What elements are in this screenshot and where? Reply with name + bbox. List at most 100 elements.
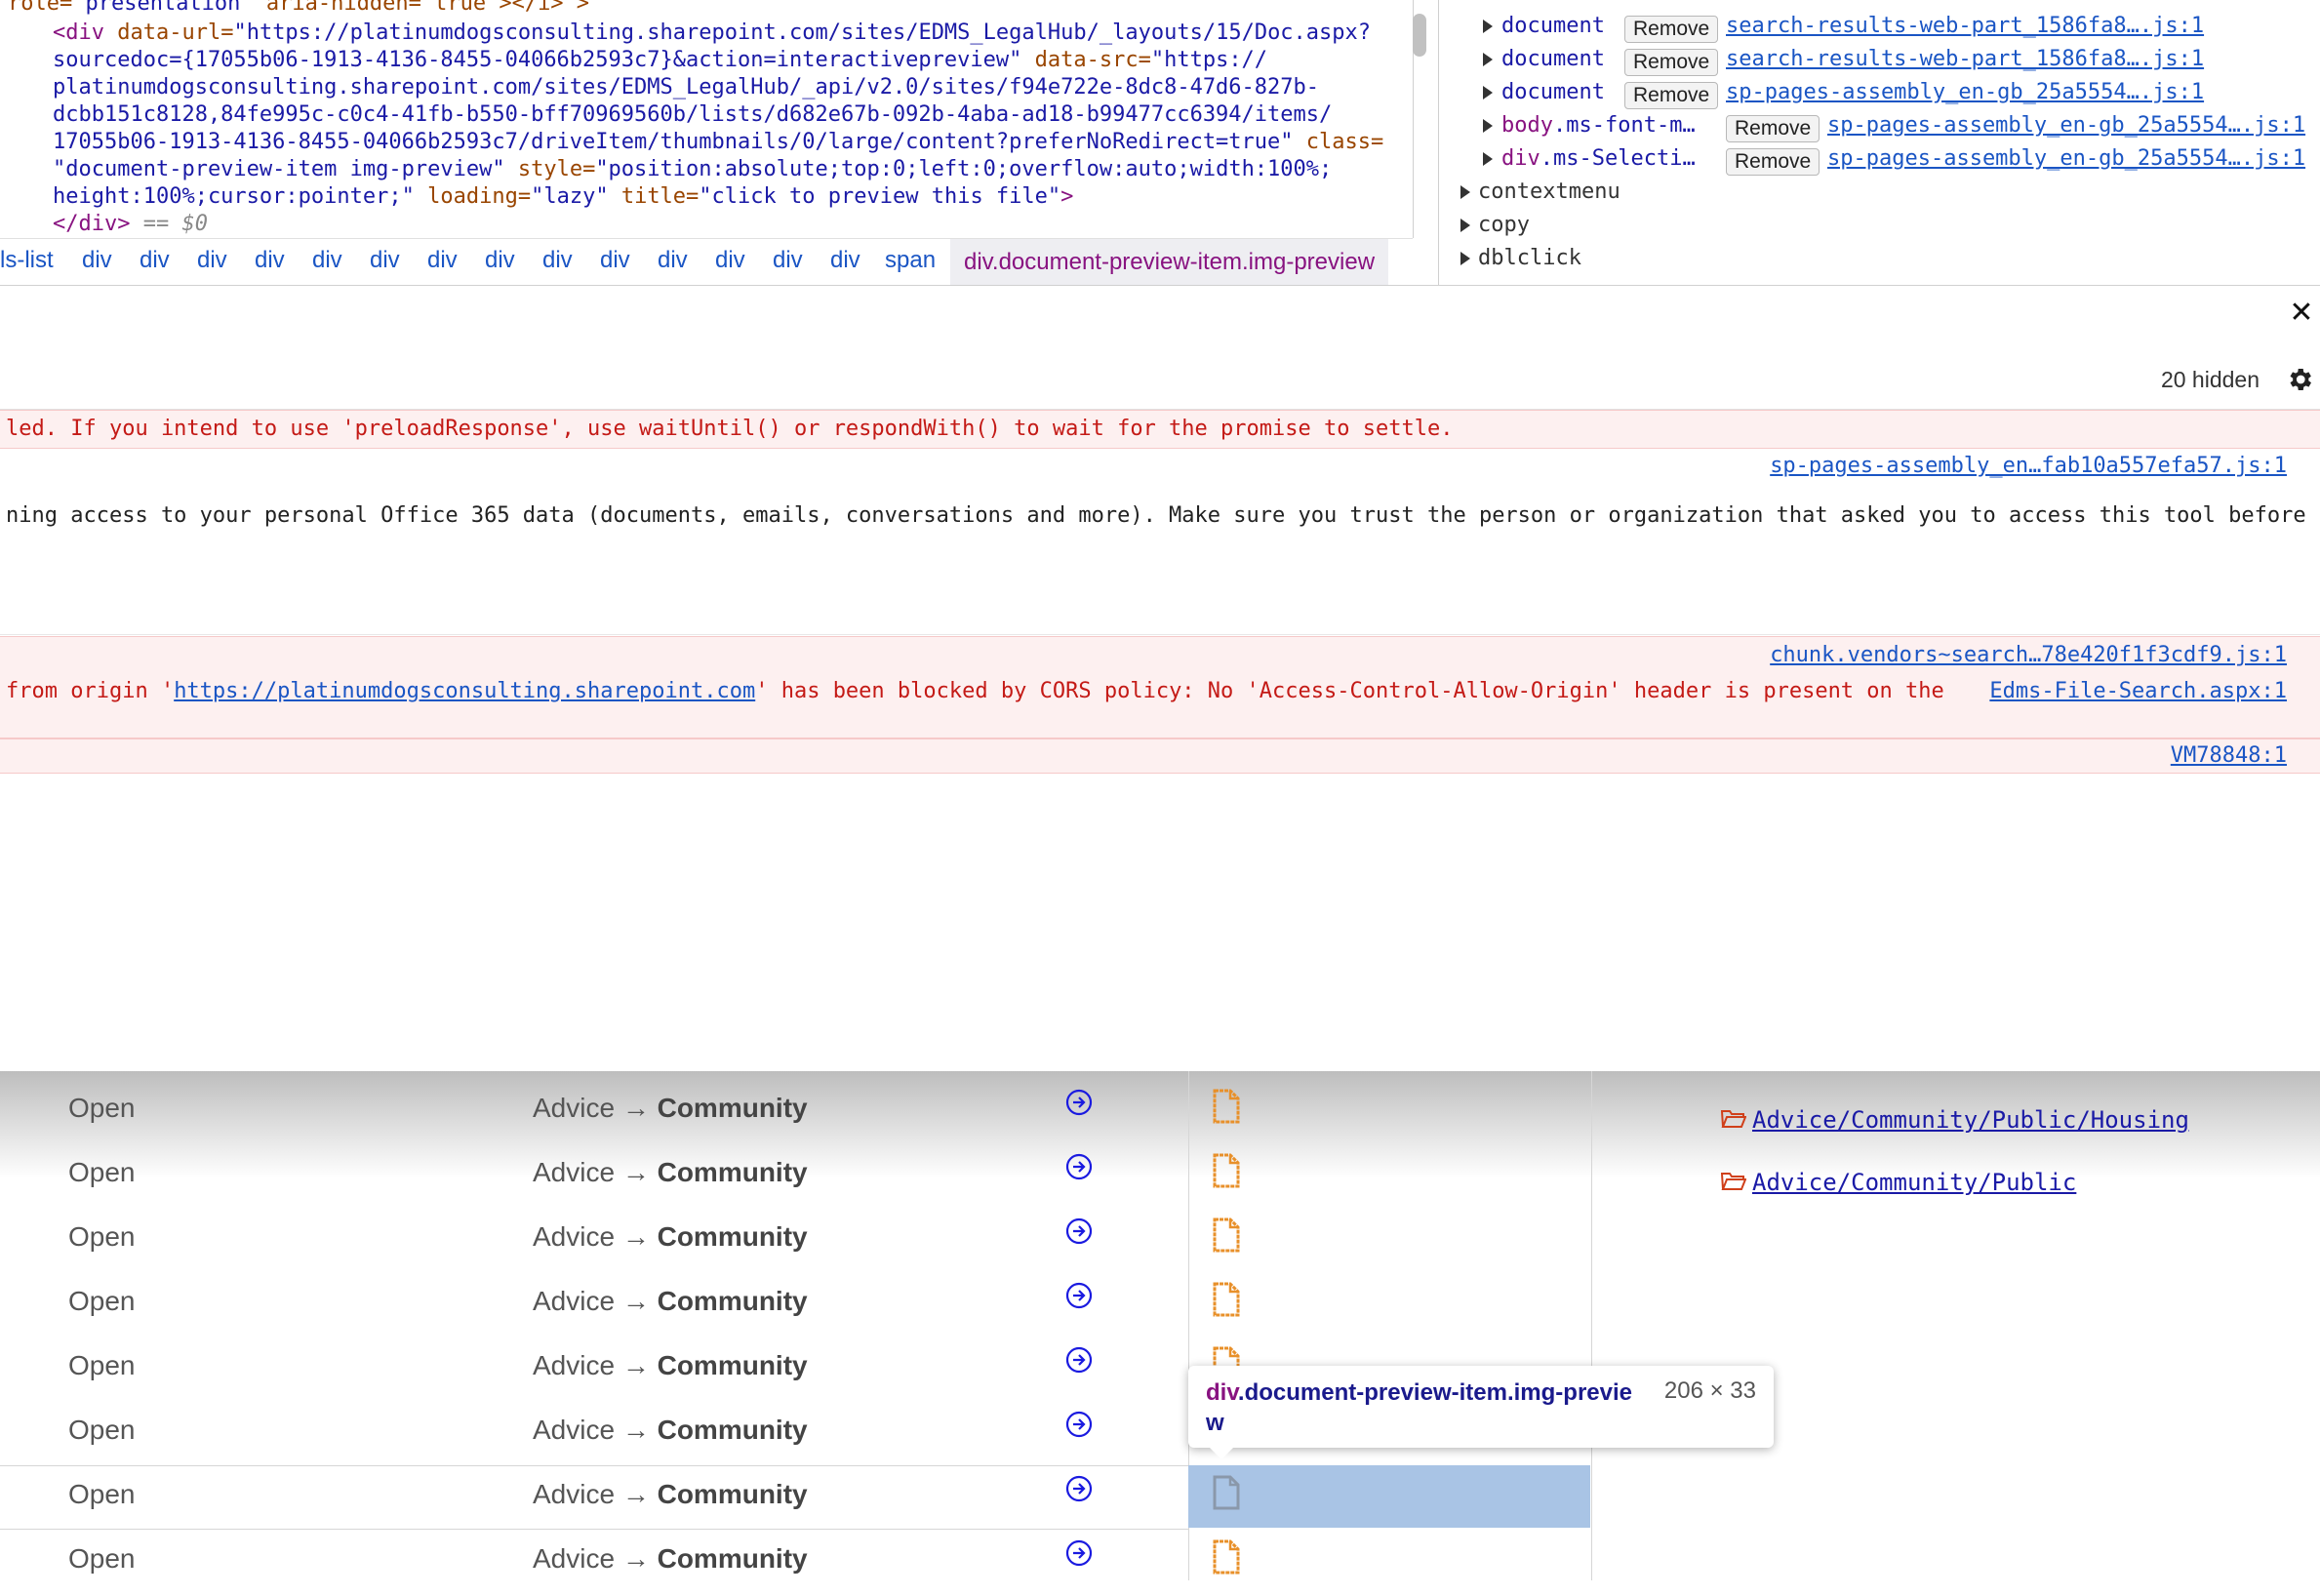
code-line[interactable]: height:100%;cursor:pointer;" loading="la… bbox=[53, 183, 1073, 211]
console-message-error[interactable]: chunk.vendors~search…78e420f1f3cdf9.js:1 bbox=[0, 636, 2320, 673]
breadcrumb-item[interactable]: div bbox=[370, 247, 400, 274]
circle-arrow-icon[interactable] bbox=[1065, 1475, 1093, 1502]
hidden-messages-count[interactable]: 20 hidden bbox=[2161, 367, 2260, 393]
message-source-link[interactable]: sp-pages-assembly_en…fab10a557efa57.js:1 bbox=[1770, 454, 2287, 478]
code-line[interactable]: </div> == $0 bbox=[53, 211, 208, 238]
gear-icon[interactable] bbox=[2285, 365, 2314, 394]
table-row[interactable]: Open Advice → Community bbox=[0, 1532, 1190, 1596]
listener-source-link[interactable]: search-results-web-part_1586fa8….js:1 bbox=[1726, 14, 2204, 38]
remove-listener-button[interactable]: Remove bbox=[1726, 115, 1820, 142]
document-icon[interactable] bbox=[1212, 1153, 1241, 1188]
folder-link[interactable]: Advice/Community/Public/Housing bbox=[1721, 1106, 2189, 1134]
remove-listener-button[interactable]: Remove bbox=[1726, 148, 1820, 176]
open-status[interactable]: Open bbox=[68, 1415, 136, 1446]
code-line[interactable]: 17055b06-1913-4136-8455-04066b2593c7/dri… bbox=[53, 129, 1383, 156]
circle-arrow-icon[interactable] bbox=[1065, 1153, 1093, 1180]
circle-arrow-icon[interactable] bbox=[1065, 1217, 1093, 1245]
listener-row[interactable]: document Remove sp-pages-assembly_en-gb_… bbox=[1439, 80, 2320, 109]
breadcrumb-item[interactable]: div bbox=[542, 247, 573, 274]
open-status[interactable]: Open bbox=[68, 1221, 136, 1253]
open-status[interactable]: Open bbox=[68, 1093, 136, 1124]
breadcrumb-item[interactable]: div bbox=[773, 247, 803, 274]
expand-triangle-icon[interactable] bbox=[1483, 53, 1493, 66]
console-message[interactable]: sp-pages-assembly_en…fab10a557efa57.js:1 bbox=[0, 448, 2320, 483]
category-path: Advice → Community bbox=[533, 1543, 808, 1574]
remove-listener-button[interactable]: Remove bbox=[1624, 49, 1719, 76]
breadcrumb-item[interactable]: div bbox=[715, 247, 745, 274]
open-status[interactable]: Open bbox=[68, 1350, 136, 1381]
circle-arrow-icon[interactable] bbox=[1065, 1346, 1093, 1374]
document-icon[interactable] bbox=[1212, 1539, 1241, 1575]
document-icon[interactable] bbox=[1212, 1475, 1241, 1510]
breadcrumb-item[interactable]: div bbox=[255, 247, 285, 274]
document-icon[interactable] bbox=[1212, 1217, 1241, 1253]
folder-link[interactable]: Advice/Community/Public bbox=[1721, 1169, 2076, 1196]
open-status[interactable]: Open bbox=[68, 1157, 136, 1188]
circle-arrow-icon[interactable] bbox=[1065, 1282, 1093, 1309]
console-message-error[interactable]: VM78848:1 bbox=[0, 738, 2320, 774]
breadcrumb-item[interactable]: div bbox=[427, 247, 458, 274]
open-status[interactable]: Open bbox=[68, 1543, 136, 1575]
code-line[interactable]: sourcedoc={17055b06-1913-4136-8455-04066… bbox=[53, 47, 1267, 74]
elements-scrollbar[interactable] bbox=[1413, 14, 1426, 57]
expand-triangle-icon[interactable] bbox=[1483, 86, 1493, 100]
listener-row[interactable]: document Remove search-results-web-part_… bbox=[1439, 47, 2320, 76]
listener-row[interactable]: div.ms-Selecti… Remove sp-pages-assembly… bbox=[1439, 146, 2320, 176]
open-status[interactable]: Open bbox=[68, 1286, 136, 1317]
circle-arrow-icon[interactable] bbox=[1065, 1411, 1093, 1438]
console-message[interactable]: ning access to your personal Office 365 … bbox=[0, 488, 2320, 635]
expand-triangle-icon[interactable] bbox=[1483, 152, 1493, 166]
listener-source-link[interactable]: sp-pages-assembly_en-gb_25a5554….js:1 bbox=[1827, 146, 2305, 171]
breadcrumb-item[interactable]: div bbox=[658, 247, 688, 274]
breadcrumb-item[interactable]: div bbox=[197, 247, 227, 274]
listener-source-link[interactable]: sp-pages-assembly_en-gb_25a5554….js:1 bbox=[1726, 80, 2204, 104]
tooltip-arrow bbox=[1210, 1448, 1233, 1459]
breadcrumb-item[interactable]: div bbox=[830, 247, 860, 274]
table-row[interactable]: Open Advice → Community bbox=[0, 1081, 1190, 1145]
document-icon[interactable] bbox=[1212, 1089, 1241, 1124]
open-status[interactable]: Open bbox=[68, 1479, 136, 1510]
expand-triangle-icon[interactable] bbox=[1460, 185, 1470, 199]
code-line[interactable]: "document-preview-item img-preview" styl… bbox=[53, 156, 1332, 183]
expand-triangle-icon[interactable] bbox=[1460, 252, 1470, 265]
console-message-error[interactable]: led. If you intend to use 'preloadRespon… bbox=[0, 410, 2320, 449]
breadcrumb-item[interactable]: div bbox=[140, 247, 170, 274]
table-row[interactable]: Open Advice → Community bbox=[0, 1467, 1190, 1532]
table-row[interactable]: Open Advice → Community bbox=[0, 1274, 1190, 1338]
table-row[interactable]: Open Advice → Community bbox=[0, 1145, 1190, 1210]
breadcrumb-item[interactable]: div bbox=[485, 247, 515, 274]
remove-listener-button[interactable]: Remove bbox=[1624, 16, 1719, 43]
inspected-element-highlight bbox=[1188, 1465, 1590, 1528]
message-source-link[interactable]: Edms-File-Search.aspx:1 bbox=[1989, 679, 2287, 703]
breadcrumb-item[interactable]: span bbox=[885, 247, 936, 274]
message-source-link[interactable]: VM78848:1 bbox=[2171, 743, 2287, 768]
breadcrumb-item[interactable]: div bbox=[600, 247, 630, 274]
code-line[interactable]: role="presentation" aria-hidden="true"><… bbox=[8, 0, 589, 18]
remove-listener-button[interactable]: Remove bbox=[1624, 82, 1719, 109]
expand-triangle-icon[interactable] bbox=[1483, 119, 1493, 133]
breadcrumb-item[interactable]: ls-list bbox=[0, 247, 54, 274]
breadcrumb-item[interactable]: div bbox=[82, 247, 112, 274]
console-message-error[interactable]: from origin 'https://platinumdogsconsult… bbox=[0, 671, 2320, 738]
circle-arrow-icon[interactable] bbox=[1065, 1539, 1093, 1567]
code-line[interactable]: dcbb151c8128,84fe995c-c0c4-41fb-b550-bff… bbox=[53, 101, 1332, 129]
breadcrumb-item-active[interactable]: div.document-preview-item.img-preview bbox=[950, 239, 1389, 286]
listener-row[interactable]: body.ms-font-m… Remove sp-pages-assembly… bbox=[1439, 113, 2320, 142]
code-line[interactable]: platinumdogsconsulting.sharepoint.com/si… bbox=[53, 74, 1319, 101]
close-icon[interactable]: ✕ bbox=[2287, 299, 2316, 328]
listener-row[interactable]: document Remove search-results-web-part_… bbox=[1439, 14, 2320, 43]
expand-triangle-icon[interactable] bbox=[1460, 219, 1470, 232]
table-row[interactable]: Open Advice → Community bbox=[0, 1210, 1190, 1274]
message-source-link[interactable]: chunk.vendors~search…78e420f1f3cdf9.js:1 bbox=[1770, 643, 2287, 667]
listener-source-link[interactable]: search-results-web-part_1586fa8….js:1 bbox=[1726, 47, 2204, 71]
breadcrumb-item[interactable]: div bbox=[312, 247, 342, 274]
category-path: Advice → Community bbox=[533, 1286, 808, 1316]
origin-link[interactable]: https://platinumdogsconsulting.sharepoin… bbox=[174, 679, 755, 703]
document-icon[interactable] bbox=[1212, 1282, 1241, 1317]
listener-source-link[interactable]: sp-pages-assembly_en-gb_25a5554….js:1 bbox=[1827, 113, 2305, 138]
circle-arrow-icon[interactable] bbox=[1065, 1089, 1093, 1116]
expand-triangle-icon[interactable] bbox=[1483, 20, 1493, 33]
table-row[interactable]: Open Advice → Community bbox=[0, 1338, 1190, 1403]
code-line-selected[interactable]: <div data-url="https://platinumdogsconsu… bbox=[53, 20, 1371, 47]
table-row[interactable]: Open Advice → Community bbox=[0, 1403, 1190, 1467]
